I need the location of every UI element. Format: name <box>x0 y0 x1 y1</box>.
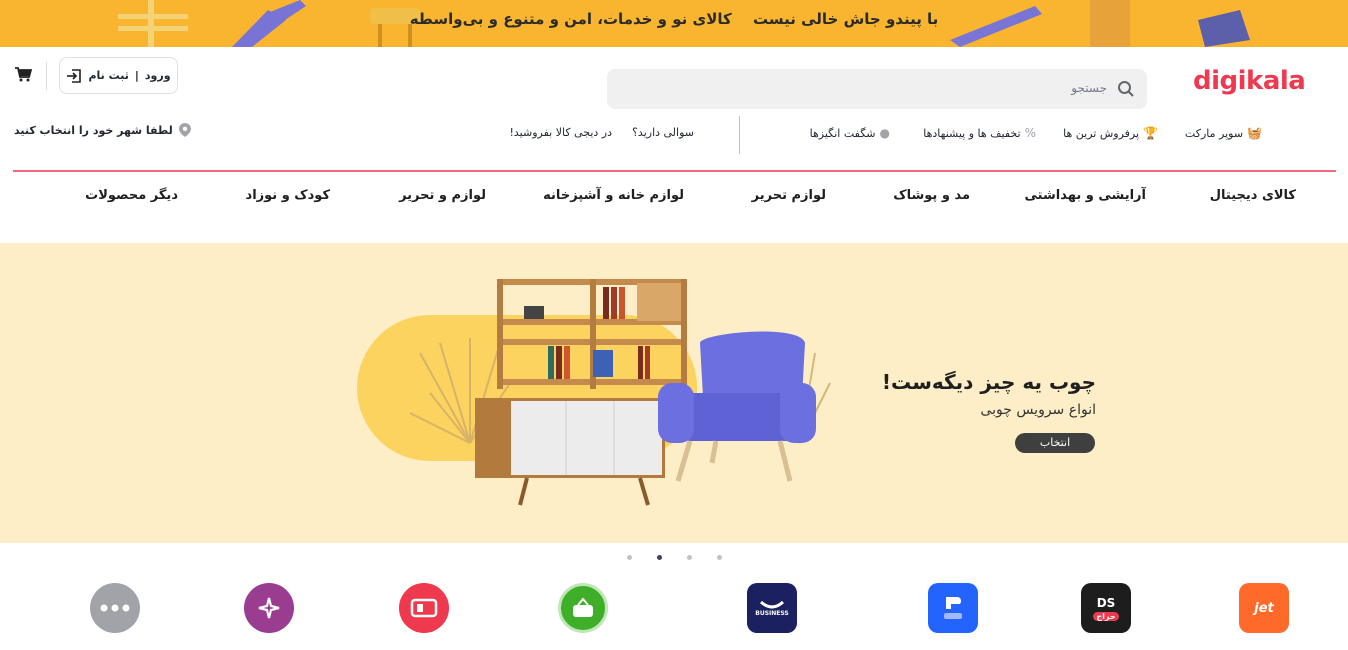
flame-icon: ● <box>879 126 890 140</box>
carousel-dot[interactable] <box>717 555 722 560</box>
trophy-icon: 🏆 <box>1143 126 1158 140</box>
login-register-button[interactable]: ورود | ثبت نام <box>59 57 178 94</box>
subnav-label: سوپر مارکت <box>1184 126 1244 140</box>
haraj-badge: حراج <box>1093 611 1119 621</box>
jet-label: jet <box>1254 600 1274 616</box>
hero-banner[interactable]: چوب یه چیز دیگه‌ست! انواع سرویس چوبی انت… <box>0 243 1348 543</box>
cart-icon[interactable] <box>14 66 32 82</box>
location-pin-icon <box>178 123 191 137</box>
gift-card-icon <box>410 598 438 618</box>
ds-haraj-service-icon[interactable]: DS حراج <box>1081 583 1131 633</box>
subnav-questions[interactable]: سوالی دارید؟ <box>632 126 694 139</box>
hero-title: چوب یه چیز دیگه‌ست! <box>881 370 1096 394</box>
gift-card-service-icon[interactable] <box>399 583 449 633</box>
hero-select-button[interactable]: انتخاب <box>1015 433 1095 453</box>
search-icon <box>1118 81 1134 97</box>
promo-text: با پیندو جاش خالی نیست کالای نو و خدمات،… <box>0 10 1348 28</box>
digipay-service-icon[interactable] <box>928 583 978 633</box>
header-underline <box>13 170 1336 172</box>
category-other[interactable]: دیگر محصولات <box>85 188 178 203</box>
business-label: BUSINESS <box>755 609 789 617</box>
city-selector[interactable]: لطفا شهر خود را انتخاب کنید <box>14 123 191 137</box>
smile-icon <box>759 600 785 608</box>
basket-icon: 🧺 <box>1247 126 1262 140</box>
jet-service-icon[interactable]: jet <box>1239 583 1289 633</box>
subnav-discounts[interactable]: % تخفیف ها و پیشنهادها <box>923 126 1036 140</box>
more-dots-icon <box>100 604 130 612</box>
category-digital[interactable]: کالای دیجیتال <box>1210 188 1296 203</box>
subnav-bestsellers[interactable]: 🏆 پرفروش ترین ها <box>1063 126 1158 140</box>
digikala-logo[interactable]: digikala <box>1193 66 1306 96</box>
category-kids[interactable]: کودک و نوزاد <box>246 188 330 203</box>
login-separator: | <box>134 69 139 82</box>
subnav-amazing[interactable]: ● شگفت انگیزها <box>810 126 890 140</box>
register-label: ثبت نام <box>88 69 129 82</box>
login-icon <box>67 68 82 83</box>
category-beauty[interactable]: آرایشی و بهداشتی <box>1025 188 1146 203</box>
login-label: ورود <box>144 69 171 82</box>
carousel-dot[interactable] <box>687 555 692 560</box>
percent-icon: % <box>1024 126 1036 140</box>
club-service-icon[interactable] <box>244 583 294 633</box>
search-input[interactable]: جستجو <box>607 69 1147 109</box>
subnav-divider <box>739 116 740 154</box>
subnav-label: شگفت انگیزها <box>809 126 876 140</box>
supermarket-service-icon[interactable] <box>558 583 608 633</box>
category-tools-stationery[interactable]: لوازم و تحریر <box>399 188 486 203</box>
city-label: لطفا شهر خود را انتخاب کنید <box>14 123 173 137</box>
business-service-icon[interactable]: BUSINESS <box>747 583 797 633</box>
digipay-icon <box>944 597 962 619</box>
more-services-icon[interactable] <box>90 583 140 633</box>
ds-label: DS <box>1096 595 1116 610</box>
header-divider <box>46 62 47 90</box>
category-home-kitchen[interactable]: لوازم خانه و آشپزخانه <box>543 188 684 203</box>
search-placeholder: جستجو <box>1071 81 1107 95</box>
shopping-basket-icon <box>573 597 593 617</box>
category-stationery[interactable]: لوازم تحریر <box>752 188 826 203</box>
hero-subtitle: انواع سرویس چوبی <box>980 402 1096 418</box>
carousel-dot[interactable] <box>627 555 632 560</box>
subnav-label: در دیجی کالا بفروشید! <box>509 126 612 139</box>
subnav-label: سوالی دارید؟ <box>632 126 694 139</box>
subnav-label: پرفروش ترین ها <box>1063 126 1140 140</box>
category-fashion[interactable]: مد و پوشاک <box>893 188 970 203</box>
furniture-illustration <box>357 279 831 506</box>
sparkle-icon <box>258 597 280 619</box>
promo-text-b: کالای نو و خدمات، امن و متنوع و بی‌واسطه <box>409 10 732 28</box>
subnav-sell[interactable]: در دیجی کالا بفروشید! <box>509 126 612 139</box>
promo-text-a: با پیندو جاش خالی نیست <box>753 10 939 28</box>
carousel-dot-active[interactable] <box>657 555 662 560</box>
subnav-supermarket[interactable]: 🧺 سوپر مارکت <box>1185 126 1262 140</box>
promo-banner[interactable]: با پیندو جاش خالی نیست کالای نو و خدمات،… <box>0 0 1348 47</box>
subnav-label: تخفیف ها و پیشنهادها <box>923 126 1021 140</box>
